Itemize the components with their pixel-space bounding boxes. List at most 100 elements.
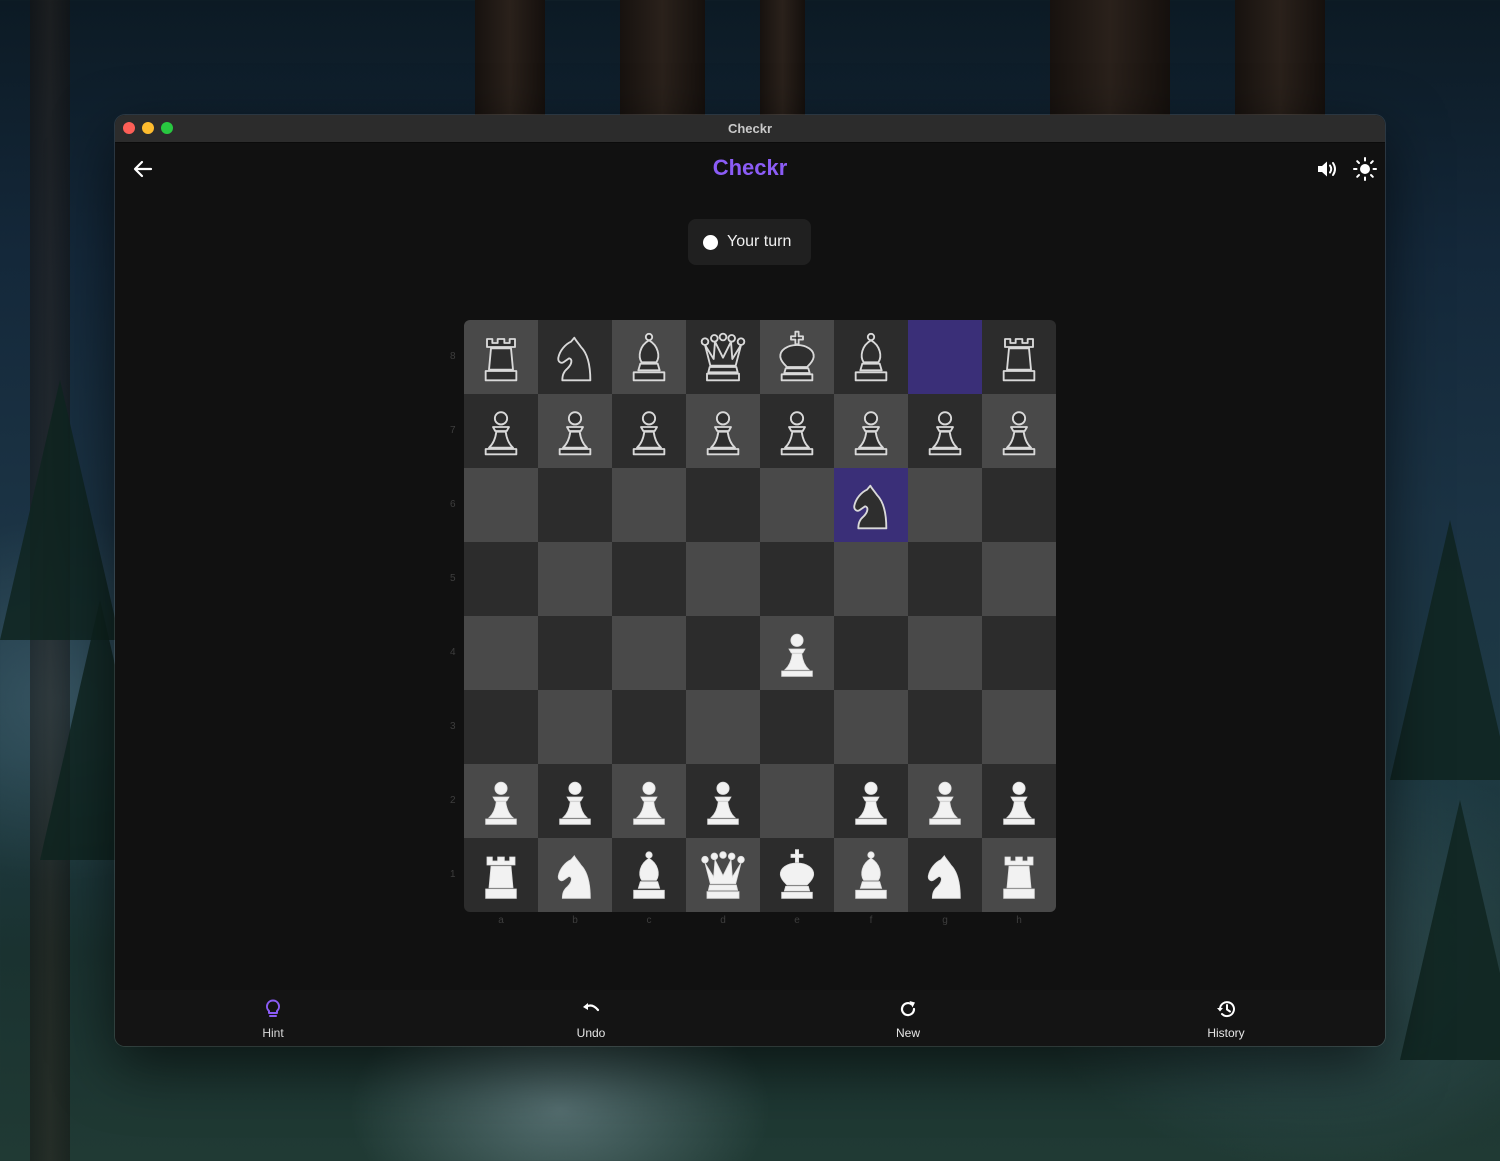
- square-h1[interactable]: [982, 838, 1056, 912]
- square-g5[interactable]: [908, 542, 982, 616]
- square-d4[interactable]: [686, 616, 760, 690]
- square-c6[interactable]: [612, 468, 686, 542]
- white-queen-icon[interactable]: [693, 845, 753, 905]
- black-pawn-icon[interactable]: [989, 401, 1049, 461]
- black-pawn-icon[interactable]: [545, 401, 605, 461]
- white-rook-icon[interactable]: [471, 845, 531, 905]
- undo-button[interactable]: Undo: [531, 990, 651, 1046]
- square-b6[interactable]: [538, 468, 612, 542]
- new-game-button[interactable]: New: [848, 990, 968, 1046]
- white-knight-icon[interactable]: [915, 845, 975, 905]
- square-g6[interactable]: [908, 468, 982, 542]
- black-pawn-icon[interactable]: [619, 401, 679, 461]
- square-d2[interactable]: [686, 764, 760, 838]
- square-h6[interactable]: [982, 468, 1056, 542]
- square-b7[interactable]: [538, 394, 612, 468]
- square-g7[interactable]: [908, 394, 982, 468]
- square-a8[interactable]: [464, 320, 538, 394]
- square-e4[interactable]: [760, 616, 834, 690]
- black-pawn-icon[interactable]: [841, 401, 901, 461]
- square-f6[interactable]: [834, 468, 908, 542]
- black-pawn-icon[interactable]: [767, 401, 827, 461]
- square-b1[interactable]: [538, 838, 612, 912]
- black-rook-icon[interactable]: [471, 327, 531, 387]
- black-bishop-icon[interactable]: [841, 327, 901, 387]
- square-d7[interactable]: [686, 394, 760, 468]
- square-e3[interactable]: [760, 690, 834, 764]
- square-e6[interactable]: [760, 468, 834, 542]
- square-h7[interactable]: [982, 394, 1056, 468]
- black-pawn-icon[interactable]: [915, 401, 975, 461]
- sound-toggle-button[interactable]: [1313, 155, 1341, 183]
- hint-button[interactable]: Hint: [213, 990, 333, 1046]
- square-f2[interactable]: [834, 764, 908, 838]
- square-g8[interactable]: [908, 320, 982, 394]
- black-rook-icon[interactable]: [989, 327, 1049, 387]
- square-f3[interactable]: [834, 690, 908, 764]
- square-c2[interactable]: [612, 764, 686, 838]
- square-c5[interactable]: [612, 542, 686, 616]
- square-f8[interactable]: [834, 320, 908, 394]
- black-pawn-icon[interactable]: [693, 401, 753, 461]
- square-c3[interactable]: [612, 690, 686, 764]
- black-knight-icon[interactable]: [841, 475, 901, 535]
- white-rook-icon[interactable]: [989, 845, 1049, 905]
- black-knight-icon[interactable]: [545, 327, 605, 387]
- white-pawn-icon[interactable]: [619, 771, 679, 831]
- square-d1[interactable]: [686, 838, 760, 912]
- square-a2[interactable]: [464, 764, 538, 838]
- square-g1[interactable]: [908, 838, 982, 912]
- square-d6[interactable]: [686, 468, 760, 542]
- square-h5[interactable]: [982, 542, 1056, 616]
- square-a6[interactable]: [464, 468, 538, 542]
- square-c8[interactable]: [612, 320, 686, 394]
- square-g2[interactable]: [908, 764, 982, 838]
- square-d3[interactable]: [686, 690, 760, 764]
- square-d8[interactable]: [686, 320, 760, 394]
- square-b8[interactable]: [538, 320, 612, 394]
- square-e1[interactable]: [760, 838, 834, 912]
- square-c4[interactable]: [612, 616, 686, 690]
- square-b2[interactable]: [538, 764, 612, 838]
- square-b5[interactable]: [538, 542, 612, 616]
- white-pawn-icon[interactable]: [915, 771, 975, 831]
- square-a5[interactable]: [464, 542, 538, 616]
- white-pawn-icon[interactable]: [989, 771, 1049, 831]
- square-a3[interactable]: [464, 690, 538, 764]
- square-f5[interactable]: [834, 542, 908, 616]
- white-pawn-icon[interactable]: [545, 771, 605, 831]
- white-pawn-icon[interactable]: [471, 771, 531, 831]
- square-d5[interactable]: [686, 542, 760, 616]
- black-king-icon[interactable]: [767, 327, 827, 387]
- white-knight-icon[interactable]: [545, 845, 605, 905]
- white-bishop-icon[interactable]: [841, 845, 901, 905]
- square-h4[interactable]: [982, 616, 1056, 690]
- square-g4[interactable]: [908, 616, 982, 690]
- square-e2[interactable]: [760, 764, 834, 838]
- square-f1[interactable]: [834, 838, 908, 912]
- square-e8[interactable]: [760, 320, 834, 394]
- square-a4[interactable]: [464, 616, 538, 690]
- square-h2[interactable]: [982, 764, 1056, 838]
- square-f7[interactable]: [834, 394, 908, 468]
- white-pawn-icon[interactable]: [693, 771, 753, 831]
- white-pawn-icon[interactable]: [841, 771, 901, 831]
- square-b4[interactable]: [538, 616, 612, 690]
- square-a1[interactable]: [464, 838, 538, 912]
- square-e5[interactable]: [760, 542, 834, 616]
- square-h8[interactable]: [982, 320, 1056, 394]
- square-f4[interactable]: [834, 616, 908, 690]
- square-e7[interactable]: [760, 394, 834, 468]
- black-queen-icon[interactable]: [693, 327, 753, 387]
- black-pawn-icon[interactable]: [471, 401, 531, 461]
- square-g3[interactable]: [908, 690, 982, 764]
- square-h3[interactable]: [982, 690, 1056, 764]
- history-button[interactable]: History: [1166, 990, 1286, 1046]
- white-pawn-icon[interactable]: [767, 623, 827, 683]
- theme-toggle-button[interactable]: [1351, 155, 1379, 183]
- square-a7[interactable]: [464, 394, 538, 468]
- black-bishop-icon[interactable]: [619, 327, 679, 387]
- square-c7[interactable]: [612, 394, 686, 468]
- white-bishop-icon[interactable]: [619, 845, 679, 905]
- square-b3[interactable]: [538, 690, 612, 764]
